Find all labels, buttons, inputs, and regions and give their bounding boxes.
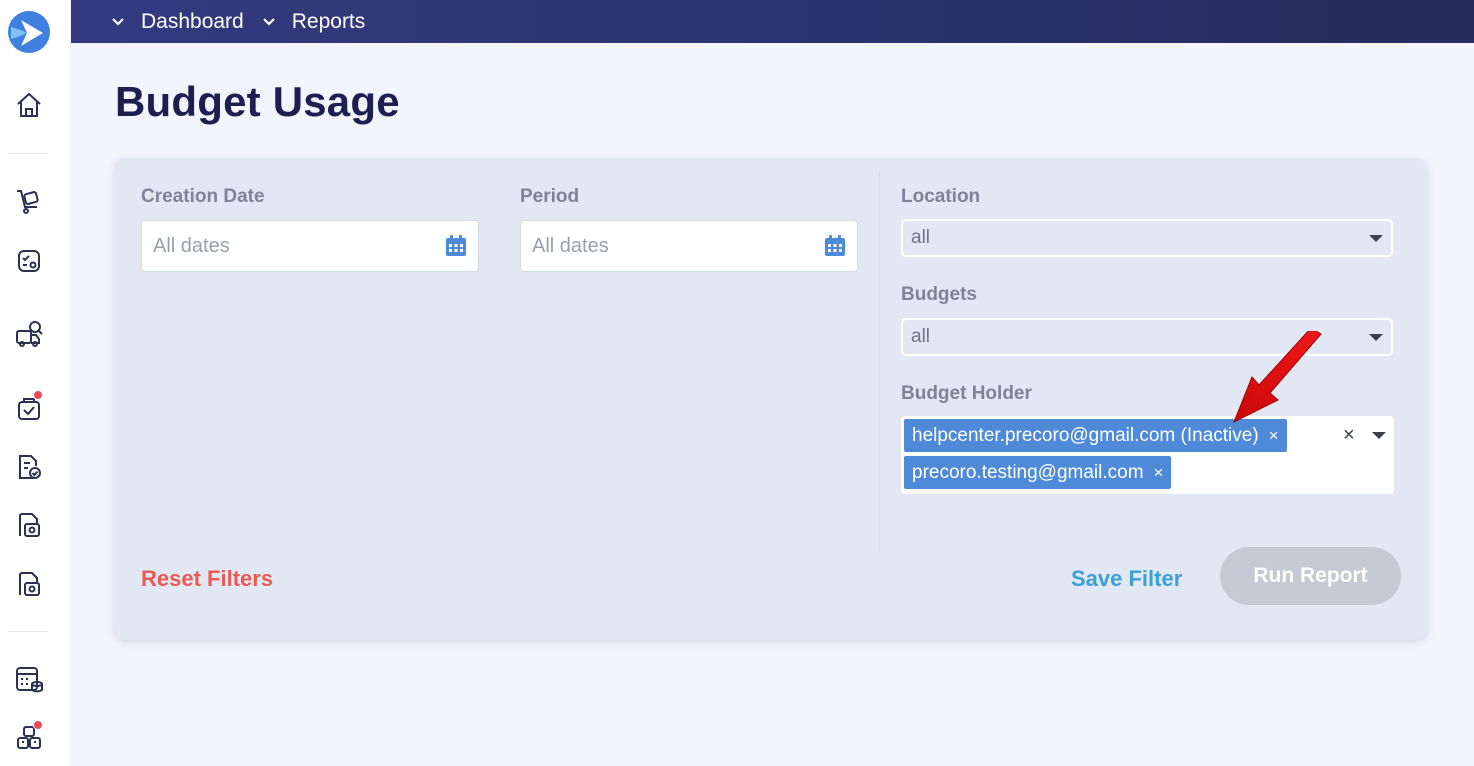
location-label: Location — [901, 186, 981, 207]
annotation-arrow-icon — [1233, 331, 1322, 424]
order-check-icon[interactable] — [13, 390, 45, 424]
tag-remove-button[interactable]: × — [1154, 463, 1164, 483]
period-placeholder: All dates — [532, 234, 609, 257]
run-report-button[interactable]: Run Report — [1220, 547, 1401, 605]
reset-filters-button[interactable]: Reset Filters — [141, 566, 273, 592]
dropdown-caret-icon — [1369, 234, 1383, 242]
budget-holder-tag: precoro.testing@gmail.com × — [904, 456, 1172, 489]
dropdown-caret-icon[interactable] — [1372, 432, 1386, 439]
tag-label: helpcenter.precoro@gmail.com (Inactive) — [912, 424, 1259, 446]
inventory-icon[interactable] — [13, 720, 45, 754]
page-title: Budget Usage — [115, 78, 400, 125]
budgets-value: all — [911, 326, 931, 347]
receipt-icon[interactable] — [13, 509, 45, 541]
sidebar — [0, 0, 71, 766]
calendar-icon[interactable] — [445, 235, 467, 257]
sidebar-separator — [8, 153, 48, 154]
creation-date-label: Creation Date — [141, 186, 265, 207]
tag-remove-button[interactable]: × — [1269, 426, 1279, 446]
creation-date-field[interactable]: All dates — [141, 220, 479, 272]
breadcrumb-dashboard[interactable]: Dashboard — [111, 10, 244, 34]
calendar-icon[interactable] — [824, 235, 846, 257]
panel-divider — [879, 172, 880, 552]
period-field[interactable]: All dates — [520, 220, 858, 272]
tag-label: precoro.testing@gmail.com — [912, 461, 1144, 483]
cart-icon[interactable] — [13, 185, 45, 217]
budget-holder-label: Budget Holder — [901, 383, 1032, 404]
save-filter-button[interactable]: Save Filter — [1071, 566, 1182, 592]
location-select[interactable]: all — [901, 219, 1393, 257]
budget-holder-multiselect[interactable]: helpcenter.precoro@gmail.com (Inactive) … — [901, 416, 1394, 494]
budgets-label: Budgets — [901, 284, 977, 305]
breadcrumb-reports[interactable]: Reports — [262, 9, 366, 34]
logo-icon[interactable] — [7, 9, 51, 55]
payment-icon[interactable] — [13, 568, 45, 600]
creation-date-placeholder: All dates — [153, 234, 230, 257]
location-value: all — [911, 227, 931, 248]
approval-icon[interactable] — [13, 245, 45, 277]
budget-calculator-icon[interactable] — [13, 664, 45, 696]
chevron-down-icon — [112, 17, 124, 26]
period-label: Period — [520, 186, 580, 207]
sidebar-separator — [8, 631, 48, 632]
chevron-down-icon — [262, 17, 275, 26]
invoice-check-icon[interactable] — [13, 451, 45, 483]
breadcrumb-label: Reports — [291, 9, 366, 33]
notification-dot — [33, 720, 43, 730]
clear-selection-button[interactable]: × — [1343, 424, 1355, 447]
home-icon[interactable] — [13, 89, 45, 121]
dropdown-caret-icon — [1369, 333, 1383, 341]
top-navigation-bar: Dashboard Reports — [71, 0, 1474, 43]
notification-dot — [33, 390, 43, 400]
breadcrumb-label: Dashboard — [141, 9, 244, 33]
supplier-search-icon[interactable] — [13, 318, 45, 350]
